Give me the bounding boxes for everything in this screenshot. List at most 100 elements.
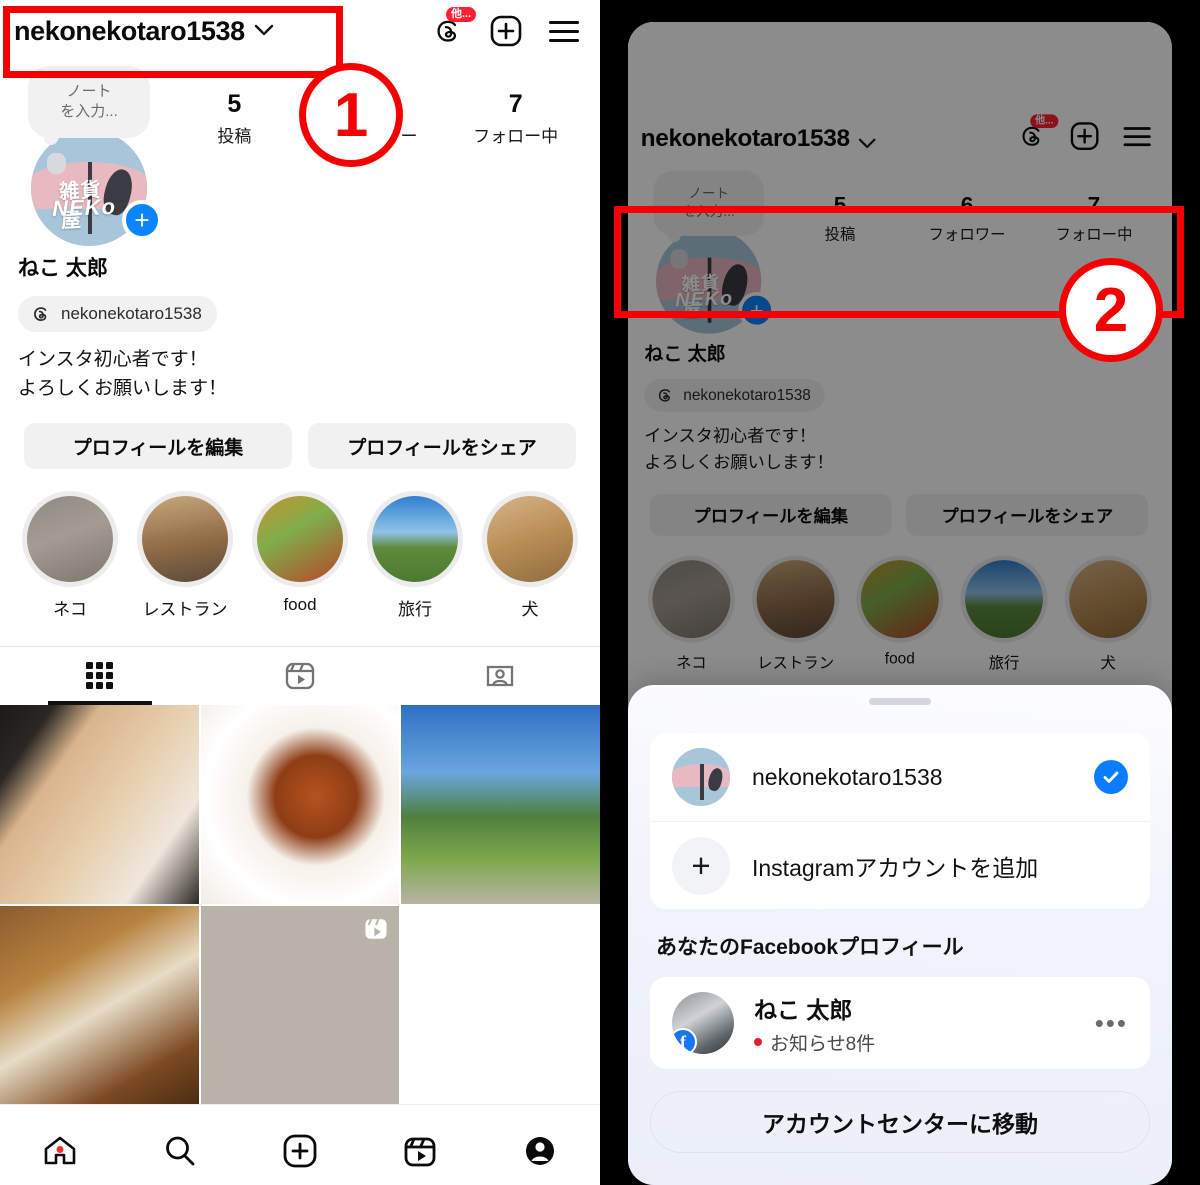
highlight-thumbnail	[860, 560, 939, 639]
highlight-label: food	[283, 595, 317, 614]
annotation-step-1: 1	[299, 63, 403, 167]
facebook-profile-row[interactable]: f ねこ 太郎 お知らせ8件 •••	[650, 977, 1150, 1069]
hamburger-icon	[1123, 126, 1152, 146]
post-cell[interactable]	[0, 905, 199, 1105]
note-line-1: ノート	[66, 82, 112, 100]
nav-create[interactable]	[240, 1131, 360, 1171]
sheet-drag-handle[interactable]	[869, 698, 931, 705]
avatar-pole	[700, 764, 705, 801]
post-cell[interactable]	[401, 705, 600, 904]
header-actions: 他...	[1016, 114, 1154, 153]
selected-check-icon	[1094, 760, 1128, 794]
reels-icon	[404, 1137, 436, 1167]
notice-dot-icon	[754, 1038, 762, 1046]
highlight-ring	[856, 555, 944, 643]
highlight-label: 旅行	[398, 600, 432, 619]
highlight-thumbnail	[965, 560, 1043, 639]
menu-button[interactable]	[546, 13, 582, 49]
new-post-button[interactable]	[488, 13, 524, 49]
profile-header: nekonekotaro1538 他...	[628, 22, 1170, 167]
threads-handle-label: nekonekotaro1538	[61, 304, 202, 323]
post-cell[interactable]	[200, 705, 400, 904]
highlight-item[interactable]: 犬	[1064, 555, 1152, 673]
highlight-ring	[252, 491, 348, 587]
highlight-thumbnail	[142, 496, 228, 582]
story-highlights: ネコ レストラン food 旅行 犬	[628, 536, 1170, 673]
stat-following[interactable]: 7 フォロー中	[445, 90, 586, 147]
tab-reels[interactable]	[200, 647, 400, 705]
nav-reels[interactable]	[360, 1131, 480, 1171]
post-cell[interactable]	[200, 905, 400, 1105]
account-center-button[interactable]: アカウントセンターに移動	[650, 1091, 1150, 1153]
highlight-item[interactable]: food	[856, 555, 944, 673]
threads-handle-label: nekonekotaro1538	[683, 386, 811, 404]
note-line-2: を入力...	[60, 103, 118, 120]
threads-button[interactable]: 他...	[1016, 114, 1058, 153]
username-label[interactable]: nekonekotaro1538	[641, 124, 850, 152]
profile-tabs	[0, 646, 600, 705]
highlight-item[interactable]: ネコ	[647, 555, 735, 673]
profile-actions: プロフィールを編集 プロフィールをシェア	[0, 403, 600, 469]
highlight-label: ネコ	[676, 654, 707, 672]
edit-profile-button[interactable]: プロフィールを編集	[24, 423, 292, 469]
share-profile-button[interactable]: プロフィールをシェア	[308, 423, 576, 469]
highlight-label: ネコ	[53, 600, 87, 619]
highlight-label: food	[884, 649, 915, 668]
highlight-ring	[22, 491, 118, 587]
threads-handle-chip[interactable]: nekonekotaro1538	[644, 378, 825, 412]
highlight-ring	[752, 555, 840, 643]
avatar-column: ノート を入力... 雑貨屋 NEKo +	[14, 66, 164, 246]
stat-following-value: 7	[508, 90, 523, 118]
threads-icon-small	[658, 389, 671, 402]
chevron-down-icon[interactable]	[858, 137, 876, 152]
stat-posts-label: 投稿	[217, 126, 252, 146]
highlight-thumbnail	[756, 560, 835, 639]
threads-handle-chip[interactable]: nekonekotaro1538	[18, 296, 217, 332]
menu-button[interactable]	[1121, 120, 1154, 153]
tab-tagged[interactable]	[400, 647, 600, 705]
plus-square-icon	[1071, 122, 1099, 151]
share-profile-button[interactable]: プロフィールをシェア	[906, 494, 1149, 536]
post-thumbnail-empty	[401, 905, 600, 1105]
profile-bio: インスタ初心者です！ よろしくお願いします！	[628, 412, 1170, 476]
phone-screen: nekonekotaro1538 他... ノート を入力... 雑貨屋 NEK…	[628, 22, 1172, 1185]
stat-posts-value: 5	[227, 90, 242, 118]
plus-icon: +	[672, 836, 730, 895]
search-icon	[166, 1136, 195, 1166]
tab-grid[interactable]	[0, 647, 200, 705]
bio-line-1: インスタ初心者です！	[644, 426, 817, 447]
facebook-more-icon[interactable]: •••	[1095, 1010, 1128, 1036]
account-username: nekonekotaro1538	[752, 763, 943, 790]
highlight-thumbnail	[372, 496, 458, 582]
account-row[interactable]: nekonekotaro1538	[650, 733, 1150, 821]
edit-profile-button[interactable]: プロフィールを編集	[649, 494, 892, 536]
highlight-label: レストラン	[142, 600, 228, 619]
facebook-section-title: あなたのFacebookプロフィール	[656, 936, 964, 959]
threads-button[interactable]: 他...	[430, 7, 477, 49]
highlight-item[interactable]: ネコ	[22, 491, 118, 620]
nav-search[interactable]	[120, 1131, 240, 1171]
tagged-person-icon	[486, 665, 514, 687]
facebook-badge-icon: f	[672, 1028, 697, 1054]
display-name: ねこ 太郎	[18, 257, 108, 280]
nav-home[interactable]	[0, 1131, 120, 1171]
account-switch-sheet: nekonekotaro1538 + Instagramアカウントを追加 あなた…	[628, 685, 1172, 1185]
highlight-ring	[1064, 555, 1152, 643]
post-cell[interactable]	[0, 705, 199, 904]
highlight-item[interactable]: レストラン	[137, 491, 233, 620]
add-account-row[interactable]: + Instagramアカウントを追加	[650, 821, 1150, 909]
highlight-item[interactable]: 旅行	[960, 555, 1048, 673]
facebook-name: ねこ 太郎	[754, 996, 853, 1023]
nav-profile[interactable]	[480, 1131, 600, 1171]
highlight-item[interactable]: 犬	[482, 491, 578, 620]
new-post-button[interactable]	[1069, 120, 1102, 153]
story-highlights: ネコ レストラン food 旅行 犬	[0, 469, 600, 620]
profile-bio: インスタ初心者です！ よろしくお願いします！	[0, 332, 600, 403]
highlight-label: 旅行	[988, 654, 1020, 672]
stat-posts[interactable]: 5 投稿	[164, 90, 305, 147]
highlight-item[interactable]: 旅行	[367, 491, 463, 620]
add-story-button[interactable]: +	[122, 200, 162, 240]
highlight-item[interactable]: food	[252, 491, 348, 620]
highlight-item[interactable]: レストラン	[752, 555, 840, 673]
grid-icon	[86, 662, 113, 689]
